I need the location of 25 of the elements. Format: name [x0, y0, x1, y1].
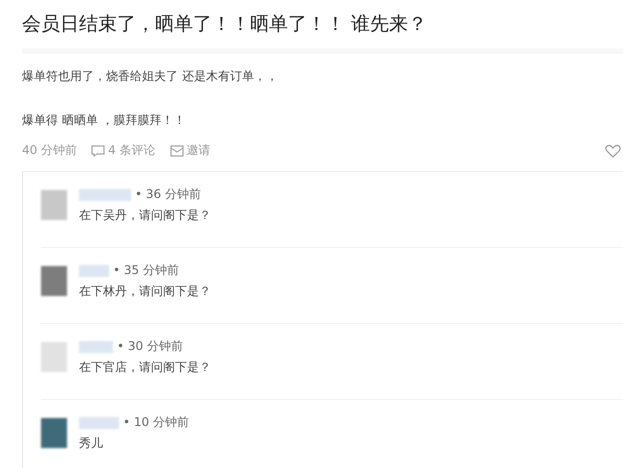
- comment-text: 在下官店，请问阁下是？: [79, 359, 211, 376]
- comment-icon: [91, 144, 106, 156]
- blurred-avatar: [41, 342, 67, 372]
- comment-time: • 10 分钟前: [123, 414, 189, 431]
- heart-icon[interactable]: [605, 144, 621, 158]
- post-time: 40 分钟前: [22, 142, 78, 159]
- comment-text: 在下林丹，请问阁下是？: [79, 283, 211, 300]
- envelope-icon: [170, 144, 184, 156]
- blurred-avatar: [41, 190, 67, 220]
- comments-link[interactable]: 4 条评论: [91, 142, 156, 159]
- comment-text: 在下吴丹，请问阁下是？: [79, 207, 211, 224]
- blurred-name: [79, 264, 109, 276]
- blurred-name: [79, 340, 113, 352]
- blurred-name: [79, 188, 131, 200]
- post-paragraph: 爆单得 晒晒单 ，膜拜膜拜！！: [22, 112, 187, 128]
- blurred-avatar: [41, 418, 67, 448]
- blurred-name: [79, 416, 119, 428]
- invite-link[interactable]: 邀请: [170, 142, 211, 159]
- post-title: 会员日结束了，晒单了！！晒单了！！ 谁先来？: [22, 12, 428, 37]
- post-paragraph: 爆单符也用了，烧香给姐夫了 还是木有订单，，: [22, 68, 279, 84]
- comment-time: • 35 分钟前: [113, 262, 179, 279]
- blurred-avatar: [41, 266, 67, 296]
- comment-time: • 36 分钟前: [135, 186, 201, 203]
- comment-text: 秀儿: [79, 435, 104, 452]
- comment-time: • 30 分钟前: [117, 338, 183, 355]
